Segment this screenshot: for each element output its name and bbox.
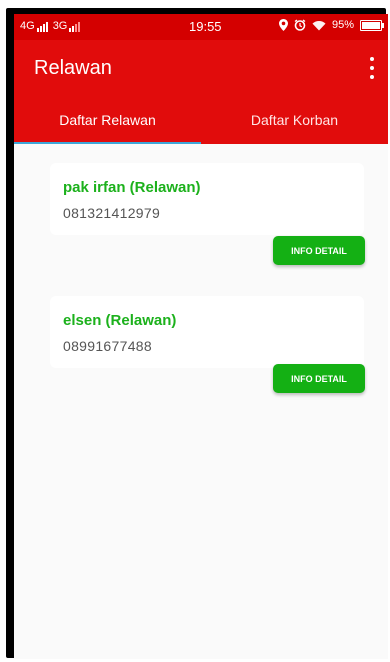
volunteer-name: pak irfan (Relawan) bbox=[63, 179, 201, 196]
app-bar: Relawan bbox=[14, 40, 388, 96]
tab-daftar-korban[interactable]: Daftar Korban bbox=[201, 96, 388, 144]
signal-strength-icon bbox=[36, 21, 48, 32]
info-detail-button[interactable]: INFO DETAIL bbox=[273, 236, 365, 265]
battery-icon bbox=[360, 19, 384, 31]
page-title: Relawan bbox=[34, 57, 112, 79]
network-3g-label: 3G bbox=[52, 20, 68, 32]
tab-bar: Daftar Relawan Daftar Korban bbox=[14, 96, 388, 144]
clock: 19:55 bbox=[189, 19, 222, 34]
volunteer-name: elsen (Relawan) bbox=[63, 312, 177, 329]
signal-strength-icon-2 bbox=[69, 21, 81, 32]
network-4g-label: 4G bbox=[20, 20, 35, 32]
location-icon bbox=[278, 19, 288, 31]
tab-indicator bbox=[14, 142, 201, 144]
volunteer-card[interactable]: elsen (Relawan) 08991677488 bbox=[50, 296, 364, 368]
volunteer-card[interactable]: pak irfan (Relawan) 081321412979 bbox=[50, 163, 364, 235]
info-detail-button[interactable]: INFO DETAIL bbox=[273, 364, 365, 393]
app-screen: 4G 3G 19:55 95% Relawan Daftar Relawan D… bbox=[14, 14, 388, 659]
status-icons: 95% bbox=[278, 19, 384, 31]
alarm-icon bbox=[294, 19, 306, 31]
network-indicators: 4G 3G bbox=[20, 20, 83, 32]
tab-daftar-relawan[interactable]: Daftar Relawan bbox=[14, 96, 201, 144]
wifi-icon bbox=[312, 20, 326, 30]
more-options-icon[interactable] bbox=[368, 57, 376, 79]
status-bar: 4G 3G 19:55 95% bbox=[14, 14, 388, 40]
volunteer-phone: 08991677488 bbox=[63, 338, 152, 354]
volunteer-phone: 081321412979 bbox=[63, 205, 161, 221]
battery-percentage: 95% bbox=[331, 19, 354, 31]
